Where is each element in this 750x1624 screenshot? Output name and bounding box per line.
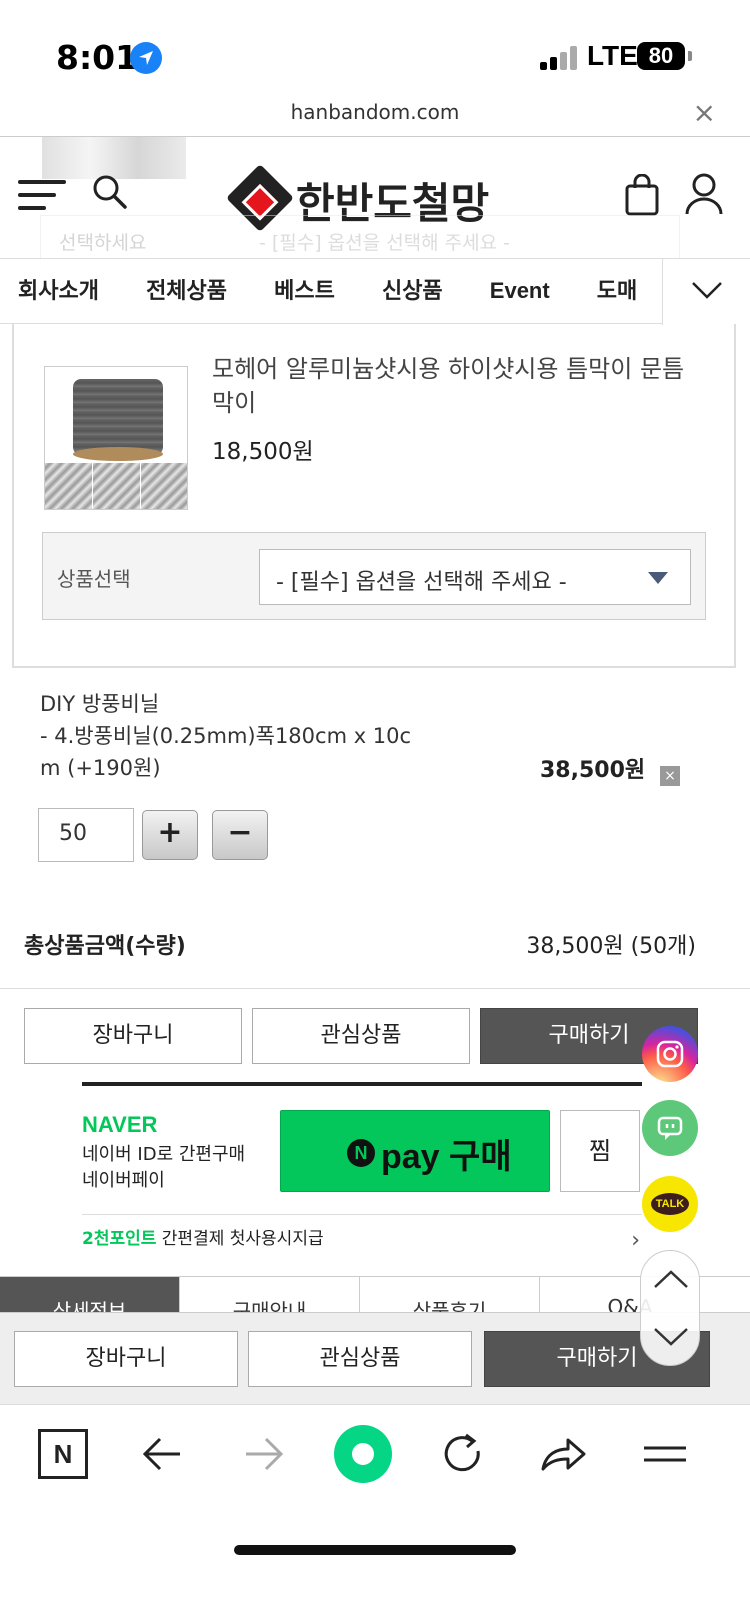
naver-sub-line1: 네이버 ID로 간편구매	[82, 1144, 246, 1165]
browser-toolbar: N	[0, 1404, 750, 1624]
url-text[interactable]: hanbandom.com	[0, 100, 750, 124]
chevron-up-icon[interactable]	[653, 1269, 689, 1289]
nav-expand-button[interactable]	[662, 259, 750, 325]
forward-arrow-icon[interactable]	[238, 1429, 288, 1479]
remove-option-icon[interactable]: ×	[660, 766, 680, 786]
product-thumbnail[interactable]	[44, 366, 188, 510]
menu-icon[interactable]	[640, 1429, 690, 1479]
total-label: 총상품금액(수량)	[24, 934, 186, 959]
detail-tabs: 상세정보 구매안내 상품후기 Q&A	[0, 1276, 750, 1313]
hamburger-menu-icon[interactable]	[18, 180, 66, 210]
share-icon[interactable]	[538, 1429, 588, 1479]
quantity-plus-button[interactable]: +	[142, 810, 198, 860]
scroll-buttons	[640, 1250, 700, 1366]
divider	[0, 988, 750, 989]
option-box: 상품선택 - [필수] 옵션을 선택해 주세요 -	[42, 532, 706, 620]
signal-icon	[540, 46, 580, 70]
home-indicator	[234, 1545, 516, 1555]
zzim-button[interactable]: 찜	[560, 1110, 640, 1192]
npay-n-icon: N	[347, 1139, 375, 1167]
search-icon[interactable]	[92, 174, 128, 214]
nav-item-company[interactable]: 회사소개	[18, 273, 99, 305]
npay-label: pay 구매	[381, 1138, 512, 1176]
selected-option: DIY 방풍비닐 - 4.방풍비닐(0.25mm)폭180cm x 10c m …	[40, 688, 460, 784]
back-arrow-icon[interactable]	[138, 1429, 188, 1479]
nav-item-event[interactable]: Event	[490, 278, 550, 304]
kakaotalk-label: TALK	[651, 1193, 689, 1215]
tab-purchase-guide[interactable]: 구매안내	[180, 1277, 360, 1313]
nav-item-all-products[interactable]: 전체상품	[146, 273, 227, 305]
sticky-cart-button[interactable]: 장바구니	[14, 1331, 238, 1387]
tab-detail[interactable]: 상세정보	[0, 1277, 180, 1313]
selected-option-detail-cont: m (+190원)	[40, 756, 161, 780]
chat-icon[interactable]	[642, 1100, 698, 1156]
npay-promo-points: 2천포인트	[82, 1229, 157, 1249]
network-type: LTE	[587, 40, 638, 71]
tab-reviews[interactable]: 상품후기	[360, 1277, 540, 1313]
sticky-wishlist-button[interactable]: 관심상품	[248, 1331, 472, 1387]
ghost-select: - [필수] 옵션을 선택해 주세요 -	[259, 232, 511, 254]
chevron-right-icon[interactable]: ›	[631, 1228, 640, 1253]
quantity-minus-button[interactable]: −	[212, 810, 268, 860]
nav-item-best[interactable]: 베스트	[274, 273, 335, 305]
naver-home-icon[interactable]: N	[38, 1429, 88, 1479]
nav-item-wholesale[interactable]: 도매	[597, 273, 637, 305]
product-name: 모헤어 알루미늄샷시용 하이샷시용 틈막이 문틈막이	[212, 355, 685, 417]
url-bar[interactable]: hanbandom.com ×	[0, 92, 750, 136]
ghost-label: 선택하세요	[59, 232, 147, 254]
battery-tip	[688, 51, 692, 61]
status-time: 8:01	[56, 38, 139, 77]
total-value: 38,500원 (50개)	[526, 934, 696, 959]
shopping-bag-icon[interactable]	[624, 173, 660, 220]
cart-button[interactable]: 장바구니	[24, 1008, 242, 1064]
naver-pay-section: NAVER 네이버 ID로 간편구매 네이버페이 N pay 구매 찜 2천포인…	[82, 1082, 642, 1253]
instagram-icon[interactable]	[642, 1026, 698, 1082]
chevron-down-icon[interactable]	[653, 1327, 689, 1347]
refresh-icon[interactable]	[438, 1429, 488, 1479]
npay-buy-button[interactable]: N pay 구매	[280, 1110, 550, 1192]
chevron-down-icon	[692, 282, 722, 299]
selected-option-name: DIY 방풍비닐	[40, 692, 160, 716]
selected-option-detail: - 4.방풍비닐(0.25mm)폭180cm x 10c	[40, 724, 412, 748]
naver-subtitle: 네이버 ID로 간편구매 네이버페이	[82, 1142, 245, 1194]
kakaotalk-icon[interactable]: TALK	[642, 1176, 698, 1232]
wishlist-button[interactable]: 관심상품	[252, 1008, 470, 1064]
dropdown-arrow-icon	[648, 572, 668, 584]
close-icon[interactable]: ×	[693, 96, 716, 129]
selected-option-price: 38,500원	[540, 758, 646, 783]
option-select[interactable]: - [필수] 옵션을 선택해 주세요 -	[259, 549, 691, 605]
option-select-value: - [필수] 옵션을 선택해 주세요 -	[276, 570, 567, 595]
naver-sub-line2: 네이버페이	[82, 1170, 165, 1191]
nav-item-new[interactable]: 신상품	[382, 273, 443, 305]
option-label: 상품선택	[57, 567, 131, 591]
battery-icon: 80	[637, 42, 685, 70]
location-icon	[130, 42, 162, 74]
product-summary: 모헤어 알루미늄샷시용 하이샷시용 틈막이 문틈막이 18,500원 상품선택 …	[12, 324, 736, 668]
product-price: 18,500원	[212, 439, 314, 465]
green-dot-icon[interactable]	[334, 1425, 392, 1483]
divider	[82, 1214, 642, 1215]
status-bar: 8:01 LTE 80	[0, 0, 750, 100]
category-nav: 회사소개 전체상품 베스트 신상품 Event 도매	[0, 258, 750, 325]
naver-logo: NAVER	[82, 1112, 158, 1137]
quantity-input[interactable]: 50	[38, 808, 134, 862]
scrolled-image	[42, 137, 186, 179]
sticky-action-bar: 장바구니 관심상품 구매하기	[0, 1312, 750, 1404]
npay-promo[interactable]: 2천포인트 간편결제 첫사용시지급	[82, 1224, 324, 1249]
npay-promo-text: 간편결제 첫사용시지급	[156, 1229, 324, 1249]
user-icon[interactable]	[684, 172, 724, 220]
